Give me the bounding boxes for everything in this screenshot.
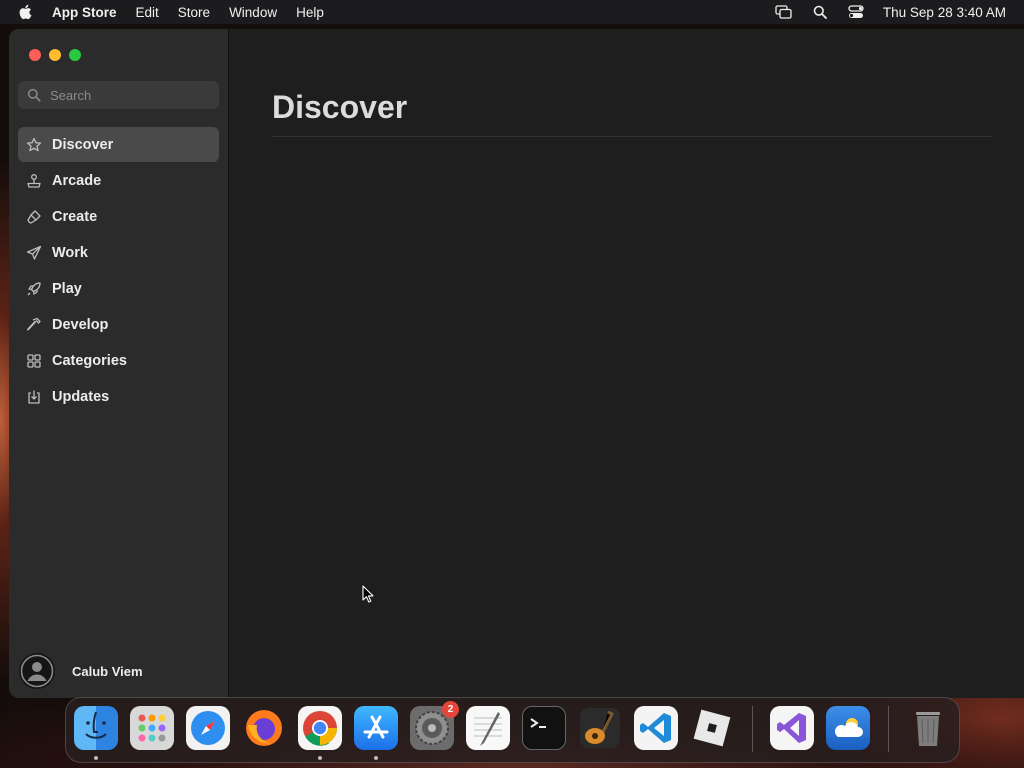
sidebar-item-label: Arcade <box>52 172 102 189</box>
sidebar-item-label: Play <box>52 280 82 297</box>
sidebar-item-label: Discover <box>52 136 114 153</box>
sidebar-nav: Discover Arcade Create Work Play Develop… <box>18 127 219 415</box>
notification-badge: 2 <box>442 701 459 718</box>
firefox-icon[interactable] <box>242 706 286 750</box>
user-name: Calub Viem <box>72 663 143 679</box>
sidebar-item-label: Create <box>52 208 98 225</box>
star-icon <box>25 136 43 154</box>
rocket-icon <box>25 280 43 298</box>
sidebar-item-play[interactable]: Play <box>18 271 219 306</box>
sidebar-item-label: Categories <box>52 352 127 369</box>
chrome-icon[interactable] <box>298 706 342 750</box>
terminal-icon[interactable] <box>522 706 566 750</box>
menu-window[interactable]: Window <box>229 5 277 20</box>
search-field[interactable]: Search <box>18 81 219 109</box>
vscode-icon[interactable] <box>634 706 678 750</box>
running-indicator <box>318 756 322 760</box>
app-store-window: Search Discover Arcade Create Work Play … <box>9 29 1024 698</box>
joystick-icon <box>25 172 43 190</box>
safari-icon[interactable] <box>186 706 230 750</box>
sidebar-item-create[interactable]: Create <box>18 199 219 234</box>
grid-icon <box>25 352 43 370</box>
account-button[interactable]: Calub Viem <box>19 653 143 689</box>
main-content: Discover <box>230 29 1024 698</box>
search-placeholder: Search <box>50 87 92 103</box>
finder-icon[interactable] <box>74 706 118 750</box>
close-window-button[interactable] <box>29 49 41 61</box>
dock-separator <box>888 706 889 752</box>
sidebar-item-updates[interactable]: Updates <box>18 379 219 414</box>
brush-icon <box>25 208 43 226</box>
avatar <box>19 653 55 689</box>
zoom-window-button[interactable] <box>69 49 81 61</box>
sidebar: Search Discover Arcade Create Work Play … <box>9 29 229 698</box>
sidebar-item-label: Develop <box>52 316 109 333</box>
menu-edit[interactable]: Edit <box>136 5 159 20</box>
apple-logo-icon[interactable] <box>18 3 36 21</box>
search-icon <box>27 88 41 102</box>
dock: 2 <box>65 697 960 763</box>
sidebar-item-label: Updates <box>52 388 110 405</box>
spotlight-search-icon[interactable] <box>811 4 829 20</box>
control-center-icon[interactable] <box>847 4 865 20</box>
title-divider <box>272 136 992 137</box>
weather-icon[interactable] <box>826 706 870 750</box>
running-indicator <box>94 756 98 760</box>
menu-help[interactable]: Help <box>296 5 324 20</box>
mouse-cursor-icon <box>362 585 374 603</box>
sidebar-item-label: Work <box>52 244 88 261</box>
sidebar-item-develop[interactable]: Develop <box>18 307 219 342</box>
trash-icon[interactable] <box>906 706 950 750</box>
minimize-window-button[interactable] <box>49 49 61 61</box>
running-indicator <box>374 756 378 760</box>
roblox-icon[interactable] <box>690 706 734 750</box>
window-controls <box>29 49 81 61</box>
visual-studio-icon[interactable] <box>770 706 814 750</box>
menubar-clock[interactable]: Thu Sep 28 3:40 AM <box>883 5 1006 20</box>
sidebar-item-categories[interactable]: Categories <box>18 343 219 378</box>
hammer-icon <box>25 316 43 334</box>
app-store-icon[interactable] <box>354 706 398 750</box>
screen-mirroring-icon[interactable] <box>775 4 793 20</box>
system-settings-icon[interactable]: 2 <box>410 701 459 750</box>
sidebar-item-arcade[interactable]: Arcade <box>18 163 219 198</box>
textedit-icon[interactable] <box>466 706 510 750</box>
garageband-icon[interactable] <box>578 706 622 750</box>
menu-bar: App Store Edit Store Window Help Thu Sep… <box>0 0 1024 24</box>
menu-store[interactable]: Store <box>178 5 210 20</box>
page-title: Discover <box>272 89 408 125</box>
dock-separator <box>752 706 753 752</box>
sidebar-item-discover[interactable]: Discover <box>18 127 219 162</box>
download-icon <box>25 388 43 406</box>
sidebar-item-work[interactable]: Work <box>18 235 219 270</box>
menu-app-name[interactable]: App Store <box>52 5 117 20</box>
paper-plane-icon <box>25 244 43 262</box>
launchpad-icon[interactable] <box>130 706 174 750</box>
